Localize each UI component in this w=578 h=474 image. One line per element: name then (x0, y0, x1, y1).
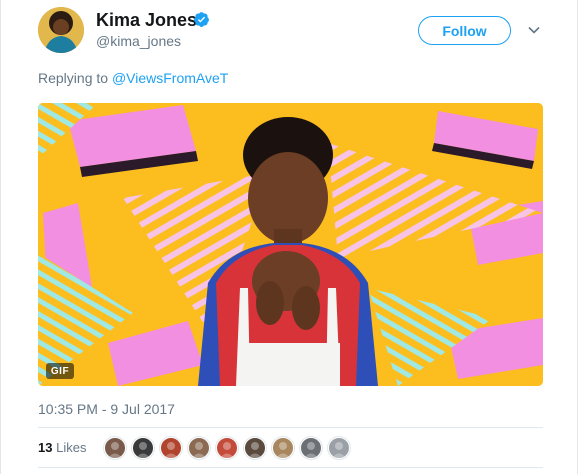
liker-avatar-2[interactable] (132, 437, 154, 459)
liker-avatar-6[interactable] (244, 437, 266, 459)
liker-avatar-7[interactable] (272, 437, 294, 459)
gif-frame-image (38, 103, 543, 386)
liker-avatar-9[interactable] (328, 437, 350, 459)
chevron-down-icon[interactable] (527, 23, 541, 37)
tweet-timestamp[interactable]: 10:35 PM - 9 Jul 2017 (38, 400, 175, 418)
likes-label: Likes (56, 440, 87, 455)
liker-avatar-3[interactable] (160, 437, 182, 459)
liker-avatars (104, 437, 356, 459)
gif-media[interactable]: GIF (38, 103, 543, 386)
likes-number: 13 (38, 440, 53, 455)
reply-context: Replying to @ViewsFromAveT (38, 69, 228, 87)
reply-prefix: Replying to (38, 70, 109, 86)
liker-avatar-4[interactable] (188, 437, 210, 459)
liker-avatar-1[interactable] (104, 437, 126, 459)
divider (38, 427, 543, 428)
author-handle[interactable]: @kima_jones (96, 32, 181, 50)
author-avatar[interactable] (38, 7, 84, 53)
liker-avatar-8[interactable] (300, 437, 322, 459)
divider (38, 467, 543, 468)
liker-avatar-5[interactable] (216, 437, 238, 459)
likes-count[interactable]: 13 Likes (38, 439, 86, 457)
reply-handle-link[interactable]: @ViewsFromAveT (112, 70, 228, 86)
author-name[interactable]: Kima Jones (96, 9, 197, 31)
tweet-card: Kima Jones @kima_jones Follow Replying t… (0, 0, 578, 474)
verified-badge-icon (194, 12, 209, 27)
gif-badge: GIF (46, 363, 74, 379)
follow-button[interactable]: Follow (418, 16, 511, 45)
